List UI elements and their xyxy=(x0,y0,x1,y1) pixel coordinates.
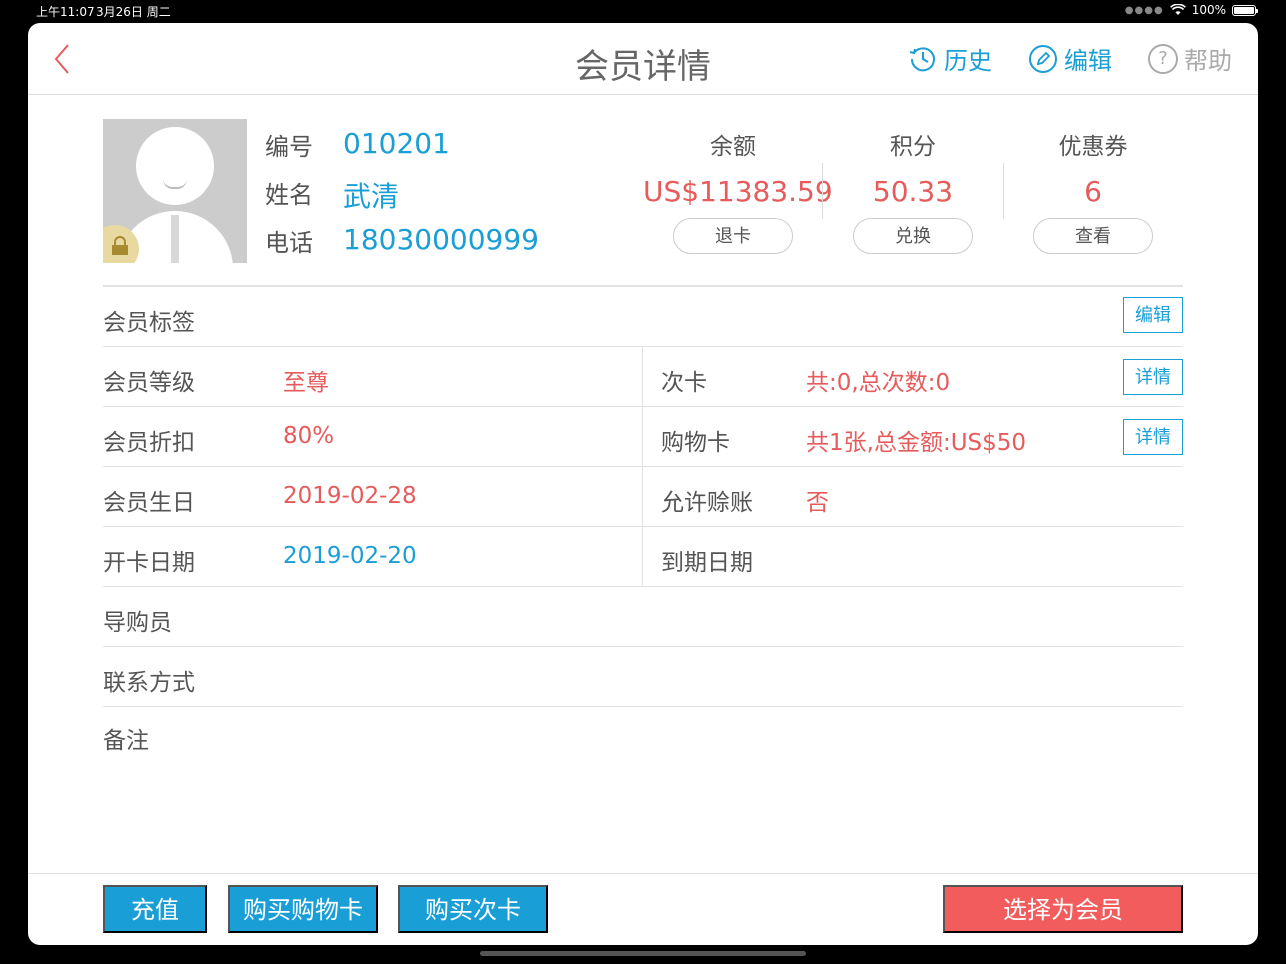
member-birthday-row: 会员生日 2019-02-28 允许赊账 否 xyxy=(103,467,1183,527)
multitask-dots-icon: ●●●● xyxy=(1124,4,1164,16)
status-time: 上午11:07 xyxy=(36,5,95,19)
member-level-value: 至尊 xyxy=(283,370,329,396)
sales-guide-row: 导购员 xyxy=(103,587,1183,647)
allow-credit-label: 允许赊账 xyxy=(661,490,753,516)
member-id-label: 编号 xyxy=(265,133,313,161)
member-discount-row: 会员折扣 80% 购物卡 共1张,总金额:US$50 详情 xyxy=(103,407,1183,467)
view-coupons-button[interactable]: 查看 xyxy=(1033,218,1153,254)
member-birthday-label: 会员生日 xyxy=(103,490,195,516)
open-date-row: 开卡日期 2019-02-20 到期日期 xyxy=(103,527,1183,587)
buy-times-card-button[interactable]: 购买次卡 xyxy=(398,885,548,933)
member-discount-value: 80% xyxy=(283,423,335,449)
redeem-button[interactable]: 兑换 xyxy=(853,218,973,254)
select-as-member-button[interactable]: 选择为会员 xyxy=(943,885,1183,933)
times-card-detail-button[interactable]: 详情 xyxy=(1123,359,1183,395)
member-level-label: 会员等级 xyxy=(103,370,195,396)
status-date: 3月26日 周二 xyxy=(96,5,171,19)
status-bar: 上午11:07 3月26日 周二 ●●●● 100% xyxy=(0,0,1286,22)
history-label: 历史 xyxy=(944,47,992,75)
edit-label: 编辑 xyxy=(1064,47,1112,75)
edit-button[interactable]: 编辑 xyxy=(1028,41,1112,76)
wifi-icon xyxy=(1169,4,1186,15)
member-tags-row: 会员标签 编辑 xyxy=(103,287,1183,347)
sales-guide-label: 导购员 xyxy=(103,610,172,636)
open-date-value: 2019-02-20 xyxy=(283,543,417,569)
buy-shopping-card-button[interactable]: 购买购物卡 xyxy=(228,885,378,933)
points-title: 积分 xyxy=(890,134,936,160)
member-phone-value: 18030000999 xyxy=(343,223,539,256)
remark-row: 备注 xyxy=(103,707,1183,767)
member-discount-label: 会员折扣 xyxy=(103,430,195,456)
points-stat: 积分 50.33 兑换 xyxy=(823,127,1003,254)
member-id-value: 010201 xyxy=(343,127,450,160)
edit-tags-button[interactable]: 编辑 xyxy=(1123,297,1183,333)
edit-pencil-icon xyxy=(1029,44,1057,73)
home-indicator[interactable] xyxy=(480,951,806,956)
member-id-row: 编号 010201 xyxy=(265,127,450,162)
member-name-row: 姓名 武清 xyxy=(265,175,399,215)
help-label: 帮助 xyxy=(1184,47,1232,75)
member-avatar xyxy=(103,119,247,263)
member-detail-window: 会员详情 历史 编辑 ? 帮助 编号 010201 姓名 武清 电话 18030… xyxy=(28,23,1258,945)
shopping-card-label: 购物卡 xyxy=(661,430,730,456)
coupon-title: 优惠券 xyxy=(1058,134,1128,160)
allow-credit-value: 否 xyxy=(806,490,829,516)
points-value: 50.33 xyxy=(872,175,954,208)
battery-icon xyxy=(1232,4,1258,16)
remark-label: 备注 xyxy=(103,728,149,754)
balance-stat: 余额 US$11383.59 退卡 xyxy=(643,127,833,254)
status-right: ●●●● 100% xyxy=(1124,3,1258,17)
help-button[interactable]: ? 帮助 xyxy=(1148,41,1232,76)
contact-row: 联系方式 xyxy=(103,647,1183,707)
member-birthday-value: 2019-02-28 xyxy=(283,483,417,509)
open-date-label: 开卡日期 xyxy=(103,550,195,576)
times-card-value: 共:0,总次数:0 xyxy=(806,370,951,396)
member-phone-row: 电话 18030000999 xyxy=(265,223,539,258)
history-button[interactable]: 历史 xyxy=(908,41,992,76)
battery-percent: 100% xyxy=(1191,3,1226,17)
member-name-value: 武清 xyxy=(343,180,400,213)
history-clock-icon xyxy=(909,46,935,71)
member-name-label: 姓名 xyxy=(265,181,313,209)
nav-bar: 会员详情 历史 编辑 ? 帮助 xyxy=(28,23,1258,95)
coupon-stat: 优惠券 6 查看 xyxy=(1003,127,1183,254)
help-question-icon: ? xyxy=(1148,43,1178,74)
recharge-button[interactable]: 充值 xyxy=(103,885,207,933)
contact-label: 联系方式 xyxy=(103,670,195,696)
coupon-value: 6 xyxy=(1084,175,1102,208)
member-level-row: 会员等级 至尊 次卡 共:0,总次数:0 详情 xyxy=(103,347,1183,407)
balance-title: 余额 xyxy=(710,134,756,160)
balance-value: US$11383.59 xyxy=(643,175,833,208)
shopping-card-value: 共1张,总金额:US$50 xyxy=(806,430,1027,456)
member-phone-label: 电话 xyxy=(265,229,313,257)
member-tags-label: 会员标签 xyxy=(103,310,195,336)
expiry-date-label: 到期日期 xyxy=(661,550,753,576)
times-card-label: 次卡 xyxy=(661,370,707,396)
refund-card-button[interactable]: 退卡 xyxy=(673,218,793,254)
shopping-card-detail-button[interactable]: 详情 xyxy=(1123,419,1183,455)
footer-bar: 充值 购买购物卡 购买次卡 选择为会员 xyxy=(28,873,1258,945)
